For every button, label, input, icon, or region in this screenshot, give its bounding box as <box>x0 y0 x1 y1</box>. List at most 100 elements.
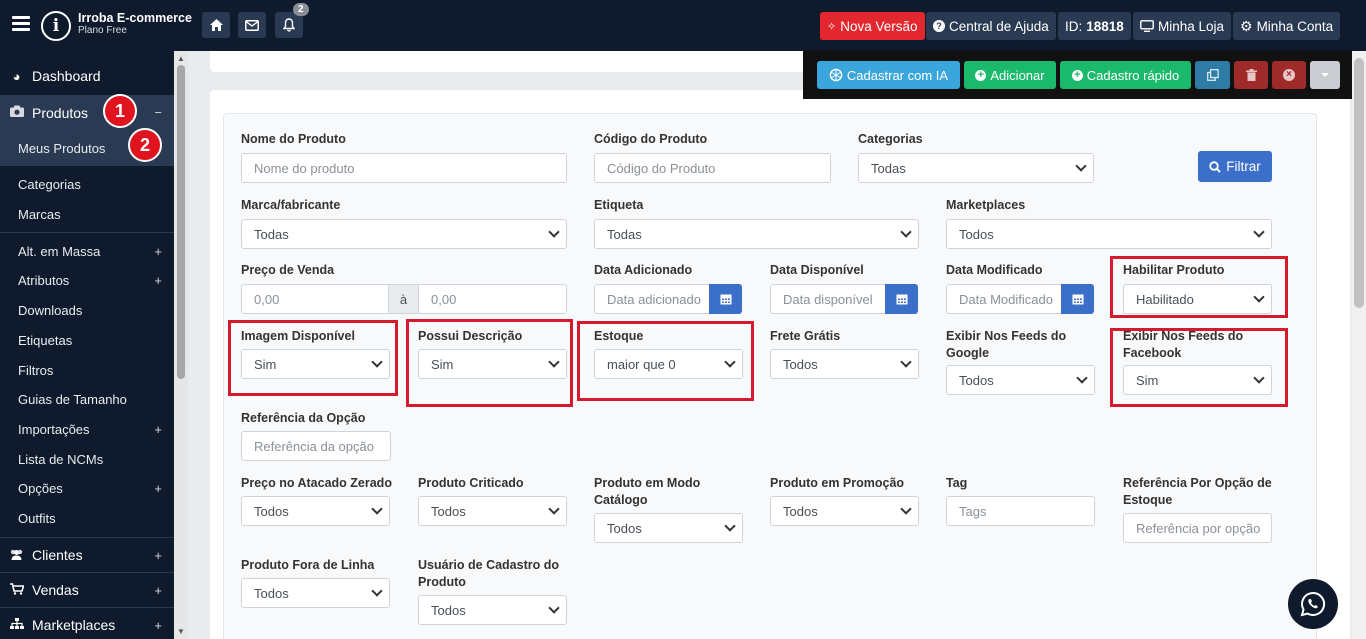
data-disponivel-input[interactable]: Data disponível <box>770 284 886 314</box>
adicionar-label: Adicionar <box>990 67 1045 83</box>
referencia-opcao-input[interactable]: Referência da opção <box>241 431 391 461</box>
data-adicionado-input[interactable]: Data adicionado <box>594 284 710 314</box>
marketplaces-select[interactable]: Todos <box>946 219 1272 249</box>
adicionar-button[interactable]: + Adicionar <box>964 61 1056 89</box>
hamburger-icon[interactable] <box>12 16 30 31</box>
sidebar-item-label: Atributos <box>18 272 70 288</box>
openai-icon <box>829 68 843 82</box>
cancel-button[interactable]: × <box>1272 61 1306 89</box>
expand-icon[interactable]: + <box>154 422 162 437</box>
produto-criticado-select[interactable]: Todos <box>418 496 567 526</box>
nome-produto-input[interactable]: Nome do produto <box>241 153 567 183</box>
sidebar-scrollbar[interactable]: ▲ ▼ <box>174 51 188 639</box>
etiqueta-select[interactable]: Todas <box>594 219 919 249</box>
minha-conta-button[interactable]: ⚙ Minha Conta <box>1233 12 1341 40</box>
produto-criticado-value: Todos <box>431 503 466 519</box>
sidebar-item-filtros[interactable]: Filtros <box>0 359 174 381</box>
atacado-zerado-select[interactable]: Todos <box>241 496 390 526</box>
collapse-icon[interactable]: − <box>154 105 162 120</box>
preco-de-input[interactable]: 0,00 <box>241 284 389 314</box>
step-marker-1: 1 <box>103 94 137 128</box>
codigo-produto-label: Código do Produto <box>594 132 708 146</box>
data-adicionado-label: Data Adicionado <box>594 263 693 277</box>
sidebar-item-dashboard[interactable]: ◕ Dashboard <box>0 63 174 89</box>
fora-linha-select[interactable]: Todos <box>241 578 390 608</box>
feeds-google-select[interactable]: Todos <box>946 365 1095 395</box>
page-scrollbar[interactable] <box>1352 51 1366 639</box>
more-dropdown-button[interactable] <box>1310 61 1340 89</box>
sidebar-item-etiquetas[interactable]: Etiquetas <box>0 329 174 351</box>
sidebar-item-downloads[interactable]: Downloads <box>0 299 174 321</box>
home-button[interactable] <box>202 12 230 38</box>
sidebar-item-marcas[interactable]: Marcas <box>0 203 174 225</box>
store-id: ID: 18818 <box>1058 12 1131 40</box>
action-toolbar: Cadastrar com IA + Adicionar + Cadastro … <box>803 51 1352 99</box>
produto-criticado-label: Produto Criticado <box>418 476 524 490</box>
sidebar-item-clientes[interactable]: Clientes + <box>0 543 174 567</box>
chevron-down-icon <box>900 226 912 238</box>
sidebar-item-categorias[interactable]: Categorias <box>0 173 174 195</box>
sidebar-item-label: Lista de NCMs <box>18 451 104 467</box>
chevron-down-icon <box>548 226 560 238</box>
sidebar-item-alt-massa[interactable]: Alt. em Massa + <box>0 240 174 262</box>
sidebar-item-produtos[interactable]: Produtos − <box>0 95 174 130</box>
minha-loja-button[interactable]: Minha Loja <box>1133 12 1232 40</box>
whatsapp-button[interactable] <box>1288 579 1338 629</box>
chevron-down-icon <box>548 503 560 515</box>
sidebar-item-atributos[interactable]: Atributos + <box>0 269 174 291</box>
expand-icon[interactable]: + <box>154 273 162 288</box>
frete-gratis-select[interactable]: Todos <box>770 349 919 379</box>
sidebar-item-vendas[interactable]: Vendas + <box>0 578 174 602</box>
data-modificado-calendar-button[interactable] <box>1061 284 1094 314</box>
sidebar-item-marketplaces[interactable]: Marketplaces + <box>0 613 174 637</box>
expand-icon[interactable]: + <box>154 548 162 563</box>
brand[interactable]: Irroba E-commerce Plano Free <box>78 11 192 37</box>
expand-icon[interactable]: + <box>154 618 162 633</box>
question-icon: ? <box>933 20 945 32</box>
delete-button[interactable] <box>1234 61 1268 89</box>
sidebar-item-outfits[interactable]: Outfits <box>0 507 174 529</box>
central-ajuda-button[interactable]: ? Central de Ajuda <box>926 12 1056 40</box>
referencia-estoque-input[interactable]: Referência por opção <box>1123 513 1272 543</box>
data-modificado-input[interactable]: Data Modificado <box>946 284 1062 314</box>
chevron-down-icon <box>900 503 912 515</box>
usuario-cadastro-select[interactable]: Todos <box>418 595 567 625</box>
minha-loja-label: Minha Loja <box>1158 18 1225 34</box>
page-scrollbar-thumb[interactable] <box>1354 58 1364 308</box>
sidebar-item-label: Produtos <box>32 104 89 121</box>
plus-circle-icon: + <box>975 69 987 81</box>
expand-icon[interactable]: + <box>154 244 162 259</box>
brand-logo[interactable]: i <box>41 11 71 41</box>
filtrar-button[interactable]: Filtrar <box>1198 151 1272 182</box>
cadastrar-ia-button[interactable]: Cadastrar com IA <box>817 61 960 89</box>
sidebar-item-opcoes[interactable]: Opções + <box>0 477 174 499</box>
chevron-down-icon <box>1253 226 1265 238</box>
codigo-produto-input[interactable]: Código do Produto <box>594 153 831 183</box>
copy-button[interactable] <box>1195 61 1230 89</box>
data-disponivel-calendar-button[interactable] <box>885 284 918 314</box>
modo-catalogo-select[interactable]: Todos <box>594 513 743 543</box>
mail-button[interactable] <box>238 12 266 38</box>
scroll-up-icon[interactable]: ▲ <box>177 54 185 63</box>
expand-icon[interactable]: + <box>154 583 162 598</box>
data-adicionado-calendar-button[interactable] <box>709 284 742 314</box>
sidebar-item-importacoes[interactable]: Importações + <box>0 418 174 440</box>
tag-input[interactable]: Tags <box>946 496 1095 526</box>
sidebar-item-lista-ncms[interactable]: Lista de NCMs <box>0 448 174 470</box>
preco-ate-input[interactable]: 0,00 <box>418 284 567 314</box>
sparkle-icon: ✧ <box>827 20 837 33</box>
marca-select[interactable]: Todas <box>241 219 567 249</box>
nova-versao-button[interactable]: ✧ Nova Versão <box>820 12 925 40</box>
preco-venda-label: Preço de Venda <box>241 263 335 277</box>
sidebar-item-label: Importações <box>18 421 90 437</box>
sidebar-item-guias-tamanho[interactable]: Guias de Tamanho <box>0 388 174 410</box>
highlight-feeds-facebook <box>1110 328 1288 407</box>
cadastro-rapido-button[interactable]: + Cadastro rápido <box>1060 61 1191 89</box>
modo-catalogo-value: Todos <box>607 520 642 536</box>
scroll-down-icon[interactable]: ▼ <box>177 627 185 636</box>
referencia-estoque-label: Referência Por Opção de Estoque <box>1123 476 1272 507</box>
categorias-select[interactable]: Todas <box>858 153 1094 183</box>
sidebar-scrollbar-thumb[interactable] <box>177 65 185 379</box>
produto-promocao-select[interactable]: Todos <box>770 496 919 526</box>
expand-icon[interactable]: + <box>154 481 162 496</box>
